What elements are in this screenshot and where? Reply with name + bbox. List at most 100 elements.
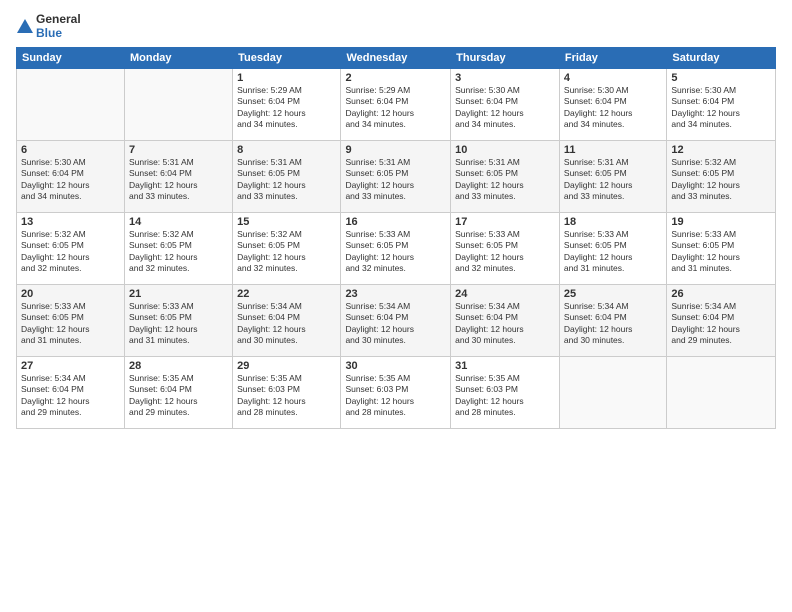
calendar-cell: 15Sunrise: 5:32 AMSunset: 6:05 PMDayligh… [233, 212, 341, 284]
day-number: 5 [671, 72, 771, 84]
calendar-cell: 26Sunrise: 5:34 AMSunset: 6:04 PMDayligh… [667, 284, 776, 356]
logo-blue-text: Blue [36, 26, 81, 40]
calendar-cell: 6Sunrise: 5:30 AMSunset: 6:04 PMDaylight… [17, 140, 125, 212]
day-number: 7 [129, 144, 228, 156]
calendar-cell: 14Sunrise: 5:32 AMSunset: 6:05 PMDayligh… [124, 212, 232, 284]
calendar-cell [667, 356, 776, 428]
logo-triangle-icon [16, 17, 34, 35]
day-number: 24 [455, 288, 555, 300]
calendar-cell: 28Sunrise: 5:35 AMSunset: 6:04 PMDayligh… [124, 356, 232, 428]
day-number: 31 [455, 360, 555, 372]
day-info: Sunrise: 5:31 AMSunset: 6:05 PMDaylight:… [564, 157, 662, 203]
day-number: 27 [21, 360, 120, 372]
day-number: 16 [345, 216, 446, 228]
logo-general-text: General [36, 12, 81, 26]
calendar-cell: 23Sunrise: 5:34 AMSunset: 6:04 PMDayligh… [341, 284, 451, 356]
day-info: Sunrise: 5:31 AMSunset: 6:05 PMDaylight:… [455, 157, 555, 203]
day-number: 13 [21, 216, 120, 228]
calendar-week-4: 20 Sunrise: 5:33 AMSunset: 6:05 PMDayligh… [17, 284, 776, 356]
day-header-friday: Friday [559, 47, 666, 68]
day-number: 12 [671, 144, 771, 156]
day-number: 6 [21, 144, 120, 156]
calendar-cell: 11Sunrise: 5:31 AMSunset: 6:05 PMDayligh… [559, 140, 666, 212]
page-header: General Blue [16, 12, 776, 41]
day-info: Sunrise: 5:35 AMSunset: 6:03 PMDaylight:… [345, 373, 446, 419]
logo: General Blue [16, 12, 81, 41]
day-header-tuesday: Tuesday [233, 47, 341, 68]
calendar-cell: 31Sunrise: 5:35 AMSunset: 6:03 PMDayligh… [451, 356, 560, 428]
calendar-cell: 2Sunrise: 5:29 AMSunset: 6:04 PMDaylight… [341, 68, 451, 140]
calendar-cell: 22Sunrise: 5:34 AMSunset: 6:04 PMDayligh… [233, 284, 341, 356]
day-info: Sunrise: 5:34 AMSunset: 6:04 PMDaylight:… [237, 301, 336, 347]
day-info: Sunrise: 5:32 AMSunset: 6:05 PMDaylight:… [129, 229, 228, 275]
day-number: 1 [237, 72, 336, 84]
day-header-saturday: Saturday [667, 47, 776, 68]
day-info: Sunrise: 5:31 AMSunset: 6:05 PMDaylight:… [237, 157, 336, 203]
day-info: Sunrise: 5:34 AMSunset: 6:04 PMDaylight:… [564, 301, 662, 347]
day-number: 20 [21, 288, 120, 300]
day-number: 11 [564, 144, 662, 156]
calendar-cell: 10Sunrise: 5:31 AMSunset: 6:05 PMDayligh… [451, 140, 560, 212]
day-number: 18 [564, 216, 662, 228]
calendar-cell: 24Sunrise: 5:34 AMSunset: 6:04 PMDayligh… [451, 284, 560, 356]
calendar-cell: 17Sunrise: 5:33 AMSunset: 6:05 PMDayligh… [451, 212, 560, 284]
day-info: Sunrise: 5:30 AMSunset: 6:04 PMDaylight:… [564, 85, 662, 131]
calendar-cell: 12Sunrise: 5:32 AMSunset: 6:05 PMDayligh… [667, 140, 776, 212]
calendar-week-3: 13Sunrise: 5:32 AMSunset: 6:05 PMDayligh… [17, 212, 776, 284]
day-number: 2 [345, 72, 446, 84]
day-info: Sunrise: 5:33 AMSunset: 6:05 PMDaylight:… [455, 229, 555, 275]
day-info: Sunrise: 5:31 AMSunset: 6:04 PMDaylight:… [129, 157, 228, 203]
calendar-cell: 25Sunrise: 5:34 AMSunset: 6:04 PMDayligh… [559, 284, 666, 356]
calendar-cell [17, 68, 125, 140]
day-info: Sunrise: 5:31 AMSunset: 6:05 PMDaylight:… [345, 157, 446, 203]
day-info: Sunrise: 5:34 AMSunset: 6:04 PMDaylight:… [671, 301, 771, 347]
calendar-cell: 16Sunrise: 5:33 AMSunset: 6:05 PMDayligh… [341, 212, 451, 284]
day-info: Sunrise: 5:33 AMSunset: 6:05 PMDaylight:… [671, 229, 771, 275]
day-info: Sunrise: 5:34 AMSunset: 6:04 PMDaylight:… [21, 373, 120, 419]
day-number: 28 [129, 360, 228, 372]
day-number: 4 [564, 72, 662, 84]
day-number: 21 [129, 288, 228, 300]
calendar-cell: 4Sunrise: 5:30 AMSunset: 6:04 PMDaylight… [559, 68, 666, 140]
day-header-wednesday: Wednesday [341, 47, 451, 68]
day-info: Sunrise: 5:29 AMSunset: 6:04 PMDaylight:… [345, 85, 446, 131]
day-info: Sunrise: 5:34 AMSunset: 6:04 PMDaylight:… [455, 301, 555, 347]
day-info: Sunrise: 5:30 AMSunset: 6:04 PMDaylight:… [21, 157, 120, 203]
day-info: Sunrise: 5:30 AMSunset: 6:04 PMDaylight:… [455, 85, 555, 131]
day-number: 30 [345, 360, 446, 372]
day-info: Sunrise: 5:30 AMSunset: 6:04 PMDaylight:… [671, 85, 771, 131]
calendar-week-1: 1Sunrise: 5:29 AMSunset: 6:04 PMDaylight… [17, 68, 776, 140]
day-number: 22 [237, 288, 336, 300]
day-number: 9 [345, 144, 446, 156]
day-info: Sunrise: 5:32 AMSunset: 6:05 PMDaylight:… [671, 157, 771, 203]
calendar-cell: 18Sunrise: 5:33 AMSunset: 6:05 PMDayligh… [559, 212, 666, 284]
calendar-week-5: 27Sunrise: 5:34 AMSunset: 6:04 PMDayligh… [17, 356, 776, 428]
calendar-cell: 27Sunrise: 5:34 AMSunset: 6:04 PMDayligh… [17, 356, 125, 428]
day-info: Sunrise: 5:33 AMSunset: 6:05 PMDaylight:… [345, 229, 446, 275]
day-number: 15 [237, 216, 336, 228]
day-info: Sunrise: 5:29 AMSunset: 6:04 PMDaylight:… [237, 85, 336, 131]
day-info: Sunrise: 5:34 AMSunset: 6:04 PMDaylight:… [345, 301, 446, 347]
day-info: Sunrise: 5:35 AMSunset: 6:03 PMDaylight:… [455, 373, 555, 419]
day-headers-row: SundayMondayTuesdayWednesdayThursdayFrid… [17, 47, 776, 68]
day-info: Sunrise: 5:35 AMSunset: 6:03 PMDaylight:… [237, 373, 336, 419]
day-number: 25 [564, 288, 662, 300]
day-info: Sunrise: 5:32 AMSunset: 6:05 PMDaylight:… [237, 229, 336, 275]
day-header-thursday: Thursday [451, 47, 560, 68]
calendar-cell [559, 356, 666, 428]
calendar-cell: 3Sunrise: 5:30 AMSunset: 6:04 PMDaylight… [451, 68, 560, 140]
day-number: 23 [345, 288, 446, 300]
calendar-week-2: 6Sunrise: 5:30 AMSunset: 6:04 PMDaylight… [17, 140, 776, 212]
day-info: Sunrise: 5:33 AMSunset: 6:05 PMDaylight:… [129, 301, 228, 347]
day-number: 17 [455, 216, 555, 228]
day-header-sunday: Sunday [17, 47, 125, 68]
calendar-cell: 1Sunrise: 5:29 AMSunset: 6:04 PMDaylight… [233, 68, 341, 140]
day-number: 26 [671, 288, 771, 300]
calendar-body: 1Sunrise: 5:29 AMSunset: 6:04 PMDaylight… [17, 68, 776, 428]
calendar-cell: 5Sunrise: 5:30 AMSunset: 6:04 PMDaylight… [667, 68, 776, 140]
calendar-cell: 30Sunrise: 5:35 AMSunset: 6:03 PMDayligh… [341, 356, 451, 428]
day-info: Sunrise: 5:32 AMSunset: 6:05 PMDaylight:… [21, 229, 120, 275]
calendar-cell: 29Sunrise: 5:35 AMSunset: 6:03 PMDayligh… [233, 356, 341, 428]
calendar-cell: 13Sunrise: 5:32 AMSunset: 6:05 PMDayligh… [17, 212, 125, 284]
day-number: 14 [129, 216, 228, 228]
